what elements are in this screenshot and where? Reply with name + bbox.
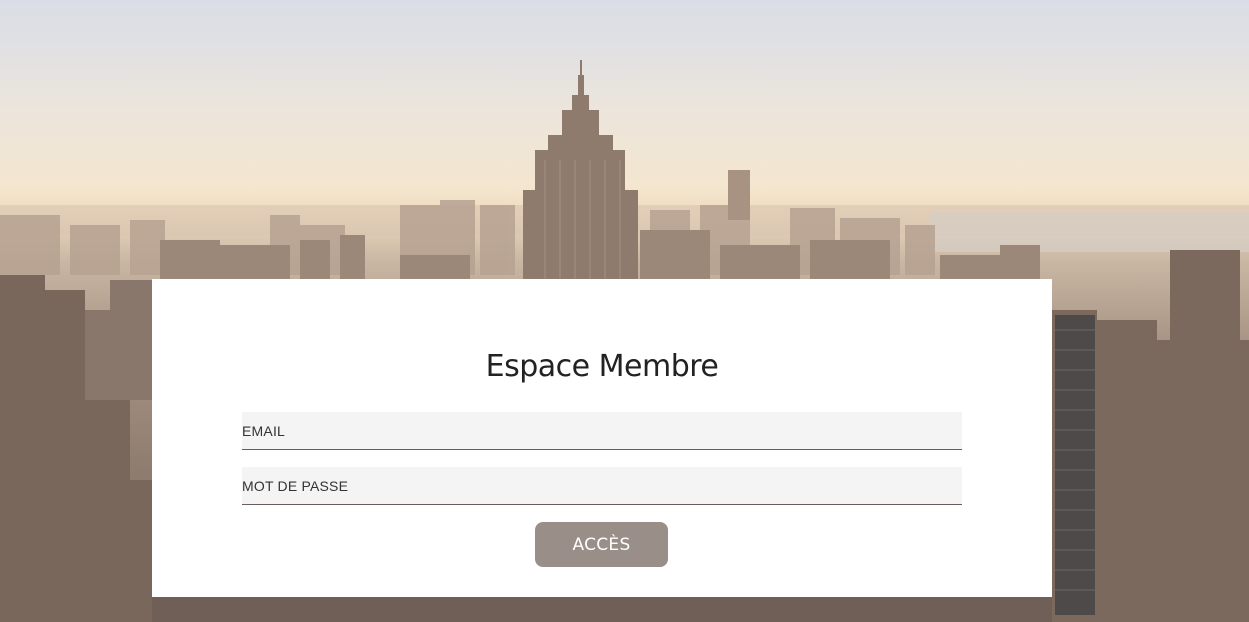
access-button-label: ACCÈS (572, 534, 631, 555)
email-field[interactable]: EMAIL (242, 412, 962, 450)
access-button[interactable]: ACCÈS (535, 522, 668, 567)
page-title: Espace Membre (485, 349, 719, 384)
password-field[interactable]: MOT DE PASSE (242, 467, 962, 505)
login-card: Espace Membre EMAIL MOT DE PASSE ACCÈS (152, 279, 1052, 597)
email-placeholder: EMAIL (242, 422, 286, 439)
password-placeholder: MOT DE PASSE (242, 477, 349, 494)
